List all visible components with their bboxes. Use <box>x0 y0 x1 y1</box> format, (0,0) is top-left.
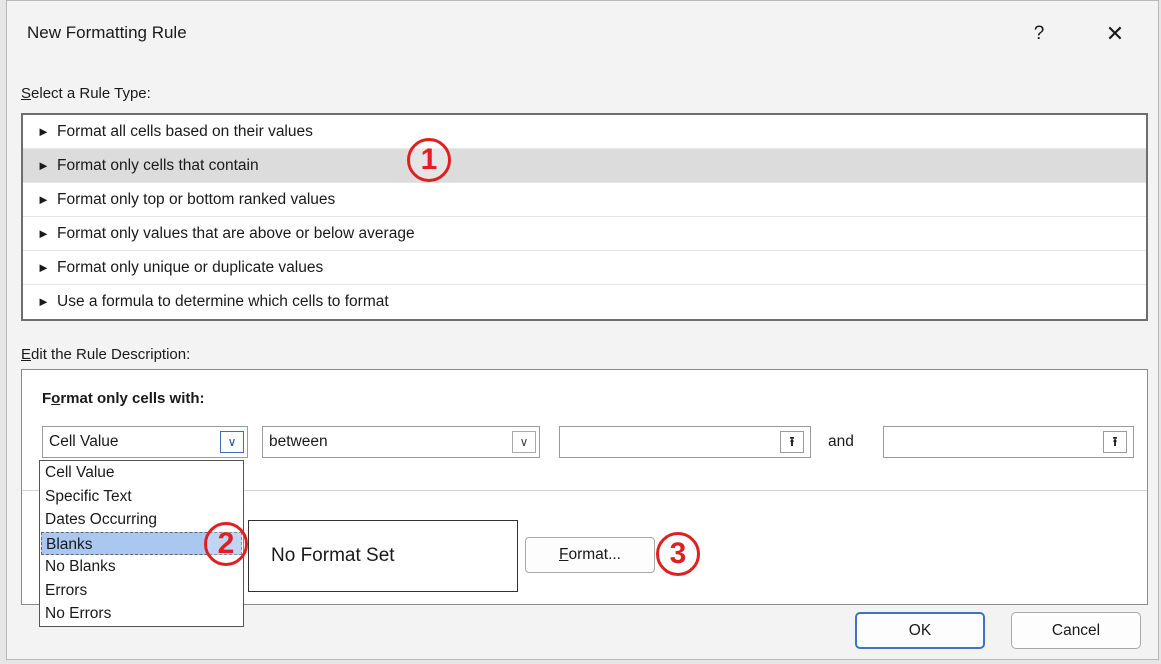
collapse-dialog-icon[interactable]: ⭱ <box>1103 431 1127 453</box>
dropdown-option[interactable]: Errors <box>40 579 243 603</box>
title-bar: New Formatting Rule ? ✕ <box>7 1 1158 67</box>
format-cells-heading: Format only cells with: <box>42 390 205 407</box>
arrow-icon: ► <box>37 124 50 139</box>
collapse-dialog-icon[interactable]: ⭱ <box>780 431 804 453</box>
help-button[interactable]: ? <box>1019 15 1059 53</box>
arrow-icon: ► <box>37 226 50 241</box>
annotation-badge-1: 1 <box>407 138 451 182</box>
dropdown-option[interactable]: Specific Text <box>40 485 243 509</box>
rule-type-item[interactable]: ► Format only unique or duplicate values <box>23 251 1146 285</box>
arrow-icon: ► <box>37 158 50 173</box>
operator-select[interactable]: between ∨ <box>262 426 540 458</box>
close-button[interactable]: ✕ <box>1093 15 1137 53</box>
rule-type-label: Select a Rule Type: <box>21 85 151 102</box>
rule-type-list[interactable]: ► Format all cells based on their values … <box>21 113 1148 321</box>
annotation-badge-3: 3 <box>656 532 700 576</box>
rule-type-item[interactable]: ► Format all cells based on their values <box>23 115 1146 149</box>
format-preview: No Format Set <box>248 520 518 592</box>
arrow-icon: ► <box>37 294 50 309</box>
rule-type-item[interactable]: ► Use a formula to determine which cells … <box>23 285 1146 318</box>
max-value-input[interactable]: ⭱ <box>883 426 1134 458</box>
ok-button[interactable]: OK <box>855 612 985 649</box>
and-label: and <box>828 433 854 450</box>
condition-select[interactable]: Cell Value ∨ <box>42 426 248 458</box>
rule-type-item-selected[interactable]: ► Format only cells that contain <box>23 149 1146 183</box>
rule-type-item[interactable]: ► Format only values that are above or be… <box>23 217 1146 251</box>
chevron-down-icon[interactable]: ∨ <box>512 431 536 453</box>
dialog-title: New Formatting Rule <box>27 23 187 42</box>
format-button[interactable]: Format... <box>525 537 655 573</box>
rule-type-item[interactable]: ► Format only top or bottom ranked values <box>23 183 1146 217</box>
arrow-icon: ► <box>37 192 50 207</box>
rule-description-label: Edit the Rule Description: <box>21 346 191 363</box>
min-value-input[interactable]: ⭱ <box>559 426 811 458</box>
arrow-icon: ► <box>37 260 50 275</box>
dropdown-option[interactable]: Cell Value <box>40 461 243 485</box>
chevron-down-icon[interactable]: ∨ <box>220 431 244 453</box>
dropdown-option[interactable]: No Errors <box>40 602 243 626</box>
cancel-button[interactable]: Cancel <box>1011 612 1141 649</box>
annotation-badge-2: 2 <box>204 522 248 566</box>
